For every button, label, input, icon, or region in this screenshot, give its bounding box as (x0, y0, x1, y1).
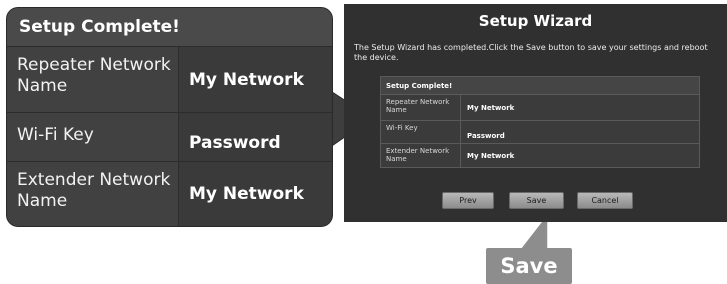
table-cell-value: My Network (467, 151, 515, 160)
callout-value: My Network (179, 47, 332, 112)
table-row: Wi-Fi Key Password (381, 121, 699, 144)
callout-value: Password (179, 113, 332, 161)
cancel-button[interactable]: Cancel (577, 192, 633, 209)
callout-row-wifi-key: Wi-Fi Key Password (7, 113, 332, 162)
callout-row-repeater-name: Repeater Network Name My Network (7, 47, 332, 113)
save-callout-label: Save (486, 248, 572, 284)
callout-row-extender-name: Extender Network Name My Network (7, 162, 332, 226)
callout-label: Extender Network Name (7, 162, 179, 226)
table-cell-label: Extender Network Name (381, 144, 461, 167)
callout-label: Wi-Fi Key (7, 113, 179, 161)
table-cell-value: My Network (467, 103, 515, 112)
callout-value: My Network (179, 162, 332, 226)
save-button[interactable]: Save (509, 192, 564, 209)
zoom-callout: Setup Complete! Repeater Network Name My… (6, 7, 333, 227)
wizard-description: The Setup Wizard has completed.Click the… (354, 43, 708, 62)
prev-button[interactable]: Prev (442, 192, 494, 209)
summary-table: Setup Complete! Repeater Network Name My… (380, 76, 700, 168)
setup-wizard-panel: Setup Wizard The Setup Wizard has comple… (344, 4, 727, 222)
wizard-title: Setup Wizard (478, 12, 593, 30)
summary-table-header: Setup Complete! (381, 77, 699, 95)
table-cell-value: Password (467, 132, 505, 140)
table-row: Repeater Network Name My Network (381, 95, 699, 121)
callout-label: Repeater Network Name (7, 47, 179, 112)
table-cell-label: Wi-Fi Key (381, 121, 461, 143)
table-cell-label: Repeater Network Name (381, 95, 461, 120)
callout-title: Setup Complete! (7, 8, 332, 47)
table-row: Extender Network Name My Network (381, 144, 699, 167)
